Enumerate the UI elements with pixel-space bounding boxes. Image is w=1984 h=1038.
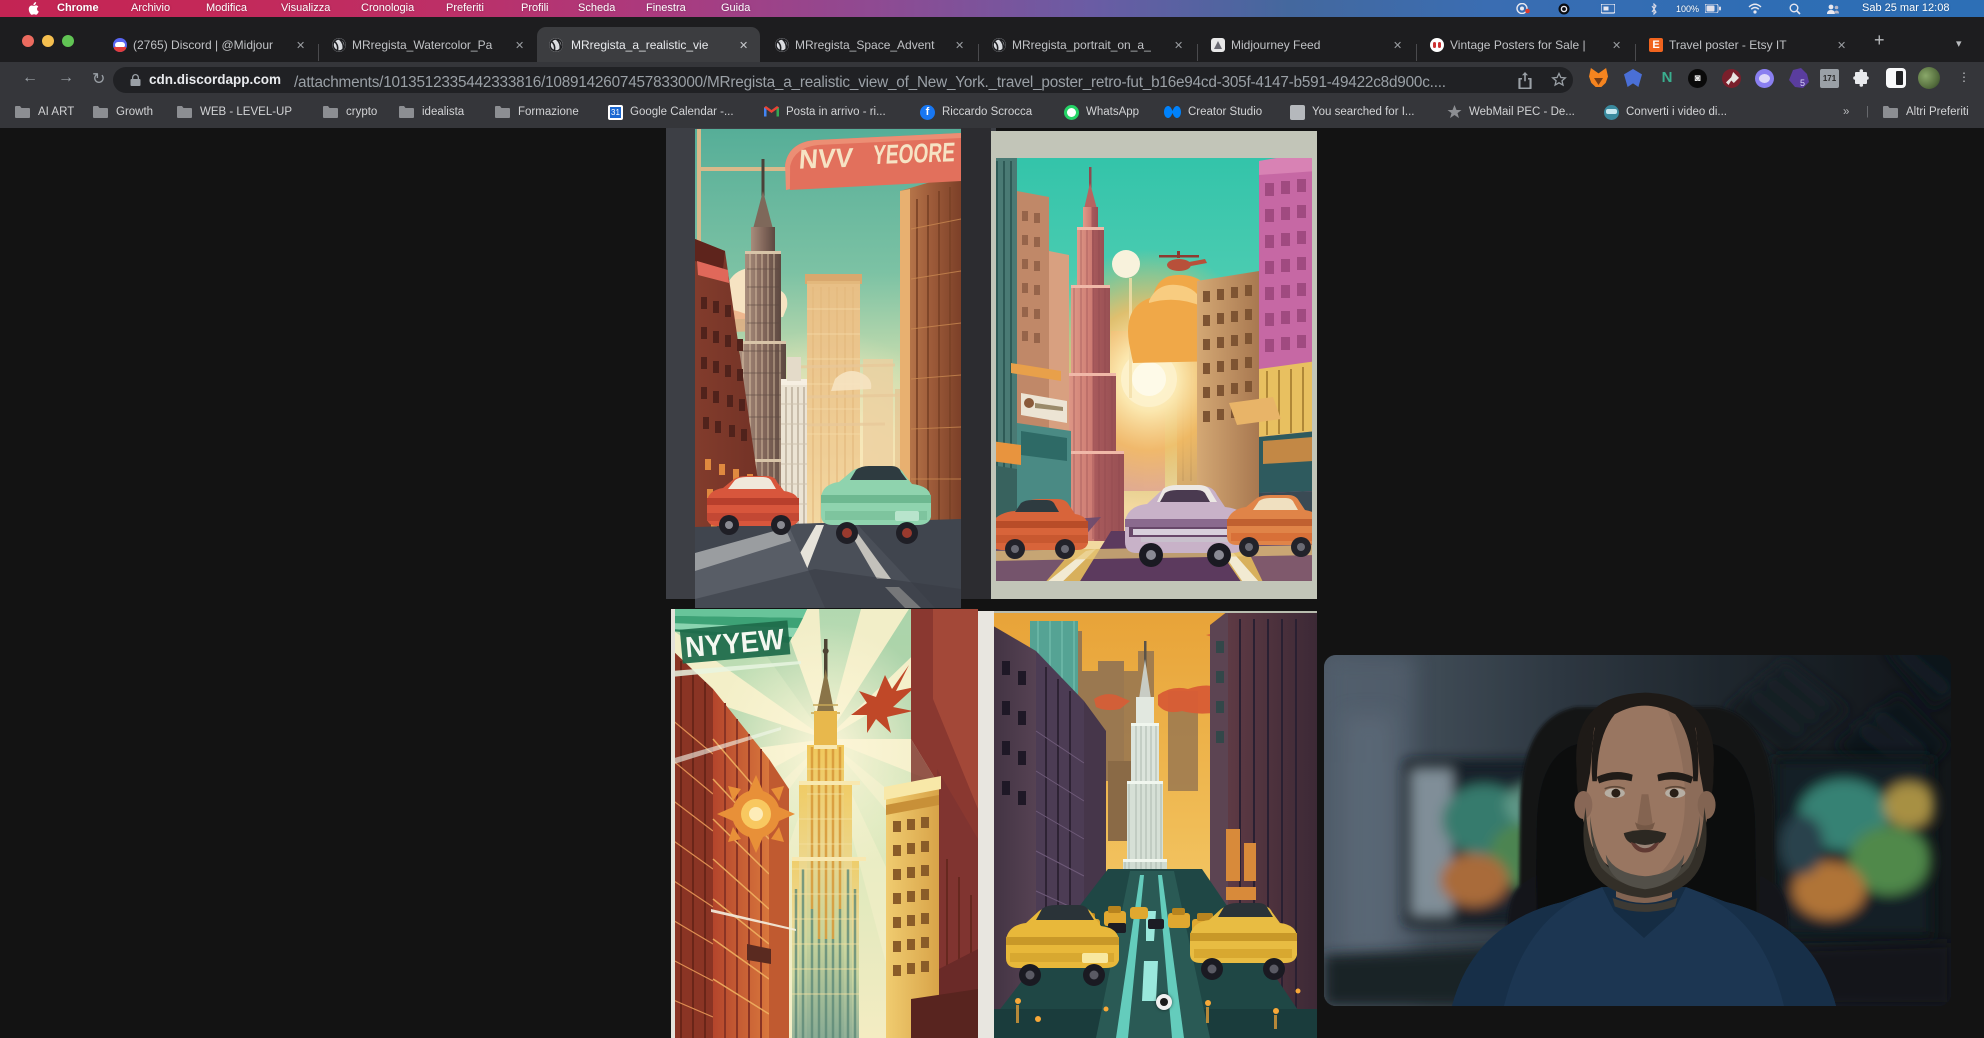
svg-text:NVV: NVV: [798, 142, 854, 175]
svg-text:YEOORE: YEOORE: [872, 136, 956, 170]
